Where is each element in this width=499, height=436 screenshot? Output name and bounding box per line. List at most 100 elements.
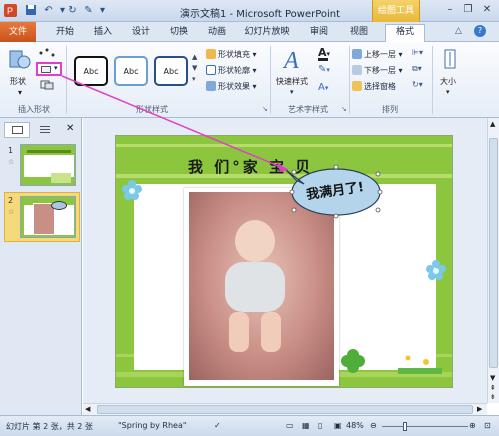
bring-forward-button[interactable]: 上移一层 ▾: [352, 48, 403, 61]
collapse-ribbon-icon[interactable]: △: [455, 26, 462, 36]
slide-number: 1: [8, 146, 14, 155]
zoom-slider-thumb[interactable]: [403, 422, 407, 431]
format-painter-icon[interactable]: ✎: [82, 4, 95, 17]
reading-view-icon[interactable]: ▯: [318, 421, 322, 430]
scroll-right-icon[interactable]: ▶: [477, 405, 482, 413]
shape-style-3[interactable]: Abc: [154, 56, 188, 86]
zoom-out-icon[interactable]: ⊖: [370, 421, 377, 430]
group-icon[interactable]: ⧉▾: [412, 64, 422, 74]
size-icon[interactable]: [442, 48, 458, 72]
text-outline-icon[interactable]: ✎▾: [318, 64, 340, 78]
slide-thumbnail-1[interactable]: [20, 144, 76, 186]
shapes-button[interactable]: 形状: [10, 76, 26, 87]
text-fill-color-bar: [318, 58, 328, 61]
tab-format[interactable]: 格式: [385, 24, 425, 42]
scroll-thumb[interactable]: [489, 138, 498, 368]
slide-thumbnail-2[interactable]: [20, 196, 76, 238]
group-label-insert-shape: 插入形状: [18, 105, 50, 114]
powerpoint-icon[interactable]: P: [4, 4, 17, 17]
decorative-stripe: [116, 144, 452, 147]
align-icon[interactable]: ⊫▾: [412, 48, 423, 57]
tab-view[interactable]: 视图: [346, 25, 372, 42]
status-bar: 幻灯片 第 2 张，共 2 张 "Spring by Rhea" ✓ ▭ ▦ ▯…: [0, 415, 499, 436]
previous-slide-icon[interactable]: ⇞: [490, 384, 496, 392]
svg-text:P: P: [7, 6, 13, 16]
next-slide-icon[interactable]: ⇟: [490, 393, 496, 401]
quick-styles-icon[interactable]: A: [282, 46, 304, 74]
title-bar: P ↶ ▾ ↻ ✎ ▾ 演示文稿1 - Microsoft PowerPoint…: [0, 0, 499, 22]
help-icon[interactable]: ?: [474, 25, 486, 37]
group-label-shape-styles: 形状样式: [136, 105, 168, 114]
zoom-level[interactable]: 48%: [346, 421, 364, 430]
text-box-button[interactable]: ▾: [36, 62, 62, 76]
customize-icon[interactable]: ▾: [96, 4, 109, 17]
window-title: 演示文稿1 - Microsoft PowerPoint: [179, 9, 341, 20]
tab-slideshow[interactable]: 幻灯片放映: [242, 25, 292, 42]
size-dropdown-icon[interactable]: ▾: [446, 88, 450, 96]
quick-styles-button[interactable]: 快速样式: [276, 76, 308, 87]
tab-insert[interactable]: 插入: [90, 25, 116, 42]
panel-tabs: ✕: [4, 122, 78, 138]
slide-sorter-icon[interactable]: ▦: [302, 421, 310, 430]
size-button[interactable]: 大小: [440, 76, 456, 87]
zoom-slider[interactable]: [382, 426, 468, 427]
baby-photo[interactable]: [189, 192, 334, 380]
send-backward-button[interactable]: 下移一层 ▾: [352, 64, 403, 77]
redo-icon[interactable]: ↻: [66, 4, 79, 17]
shape-outline-button[interactable]: 形状轮廓 ▾: [206, 64, 257, 77]
vertical-scrollbar[interactable]: ▲ ▼ ⇞ ⇟: [487, 118, 499, 403]
scroll-up-icon[interactable]: ▲: [490, 120, 495, 128]
undo-icon[interactable]: ↶: [42, 4, 55, 17]
tab-animations[interactable]: 动画: [204, 25, 230, 42]
tab-review[interactable]: 审阅: [306, 25, 332, 42]
outline-tab-icon[interactable]: [32, 122, 58, 138]
daisy-flowers-icon: [398, 348, 442, 374]
spellcheck-icon[interactable]: ✓: [214, 421, 221, 430]
ribbon-separator: [349, 46, 350, 114]
shapes-icon[interactable]: [8, 48, 32, 76]
theme-name[interactable]: "Spring by Rhea": [118, 421, 187, 430]
merge-shapes-icon[interactable]: [40, 80, 54, 90]
selection-pane-button[interactable]: 选择窗格: [352, 80, 396, 93]
scroll-down-icon[interactable]: ▼: [490, 374, 495, 382]
slides-tab-icon[interactable]: [4, 122, 30, 138]
slideshow-icon[interactable]: ▣: [334, 421, 342, 430]
tab-home[interactable]: 开始: [52, 25, 78, 42]
shape-outline-label: 形状轮廓: [218, 66, 250, 75]
ribbon-separator: [66, 46, 67, 114]
shape-effects-button[interactable]: 形状效果 ▾: [206, 80, 257, 93]
tab-design[interactable]: 设计: [128, 25, 154, 42]
style-scroll-icon[interactable]: ▲ ▼ ▾: [192, 52, 197, 85]
normal-view-icon[interactable]: ▭: [286, 421, 294, 430]
edit-points-icon[interactable]: [38, 48, 56, 58]
slide-editing-area: 我 们°家 宝 贝 我满月了!: [83, 118, 487, 403]
shape-style-2[interactable]: Abc: [114, 56, 148, 86]
effects-icon: [206, 81, 216, 91]
shape-style-1[interactable]: Abc: [74, 56, 108, 86]
text-effects-icon[interactable]: A▾: [318, 82, 340, 96]
close-panel-icon[interactable]: ✕: [66, 123, 74, 134]
slide-canvas[interactable]: 我 们°家 宝 贝 我满月了!: [115, 135, 453, 388]
restore-icon[interactable]: ❐: [460, 3, 476, 17]
horizontal-scrollbar[interactable]: ◀ ▶: [83, 403, 487, 415]
scroll-left-icon[interactable]: ◀: [85, 405, 90, 413]
scroll-thumb[interactable]: [97, 405, 473, 414]
zoom-in-icon[interactable]: ⊕: [469, 421, 476, 430]
transition-star-icon: ☆: [8, 158, 15, 166]
save-icon[interactable]: [24, 4, 37, 17]
close-icon[interactable]: ✕: [479, 3, 495, 17]
dialog-launcher-icon[interactable]: ↘: [262, 105, 268, 113]
rotate-icon[interactable]: ↻▾: [412, 80, 423, 89]
bring-forward-label: 上移一层: [364, 50, 396, 59]
minimize-icon[interactable]: –: [442, 3, 458, 17]
fit-to-window-icon[interactable]: ⊡: [484, 421, 491, 430]
send-backward-icon: [352, 65, 362, 75]
ribbon-tabs: 文件 开始 插入 设计 切换 动画 幻灯片放映 审阅 视图 格式 △ ?: [0, 22, 499, 42]
dialog-launcher-icon[interactable]: ↘: [341, 105, 347, 113]
tab-transitions[interactable]: 切换: [166, 25, 192, 42]
shape-fill-button[interactable]: 形状填充 ▾: [206, 48, 257, 61]
tab-file[interactable]: 文件: [0, 22, 36, 42]
bring-forward-icon: [352, 49, 362, 59]
quick-styles-dropdown-icon[interactable]: ▾: [290, 88, 294, 96]
clover-icon: [340, 348, 366, 374]
